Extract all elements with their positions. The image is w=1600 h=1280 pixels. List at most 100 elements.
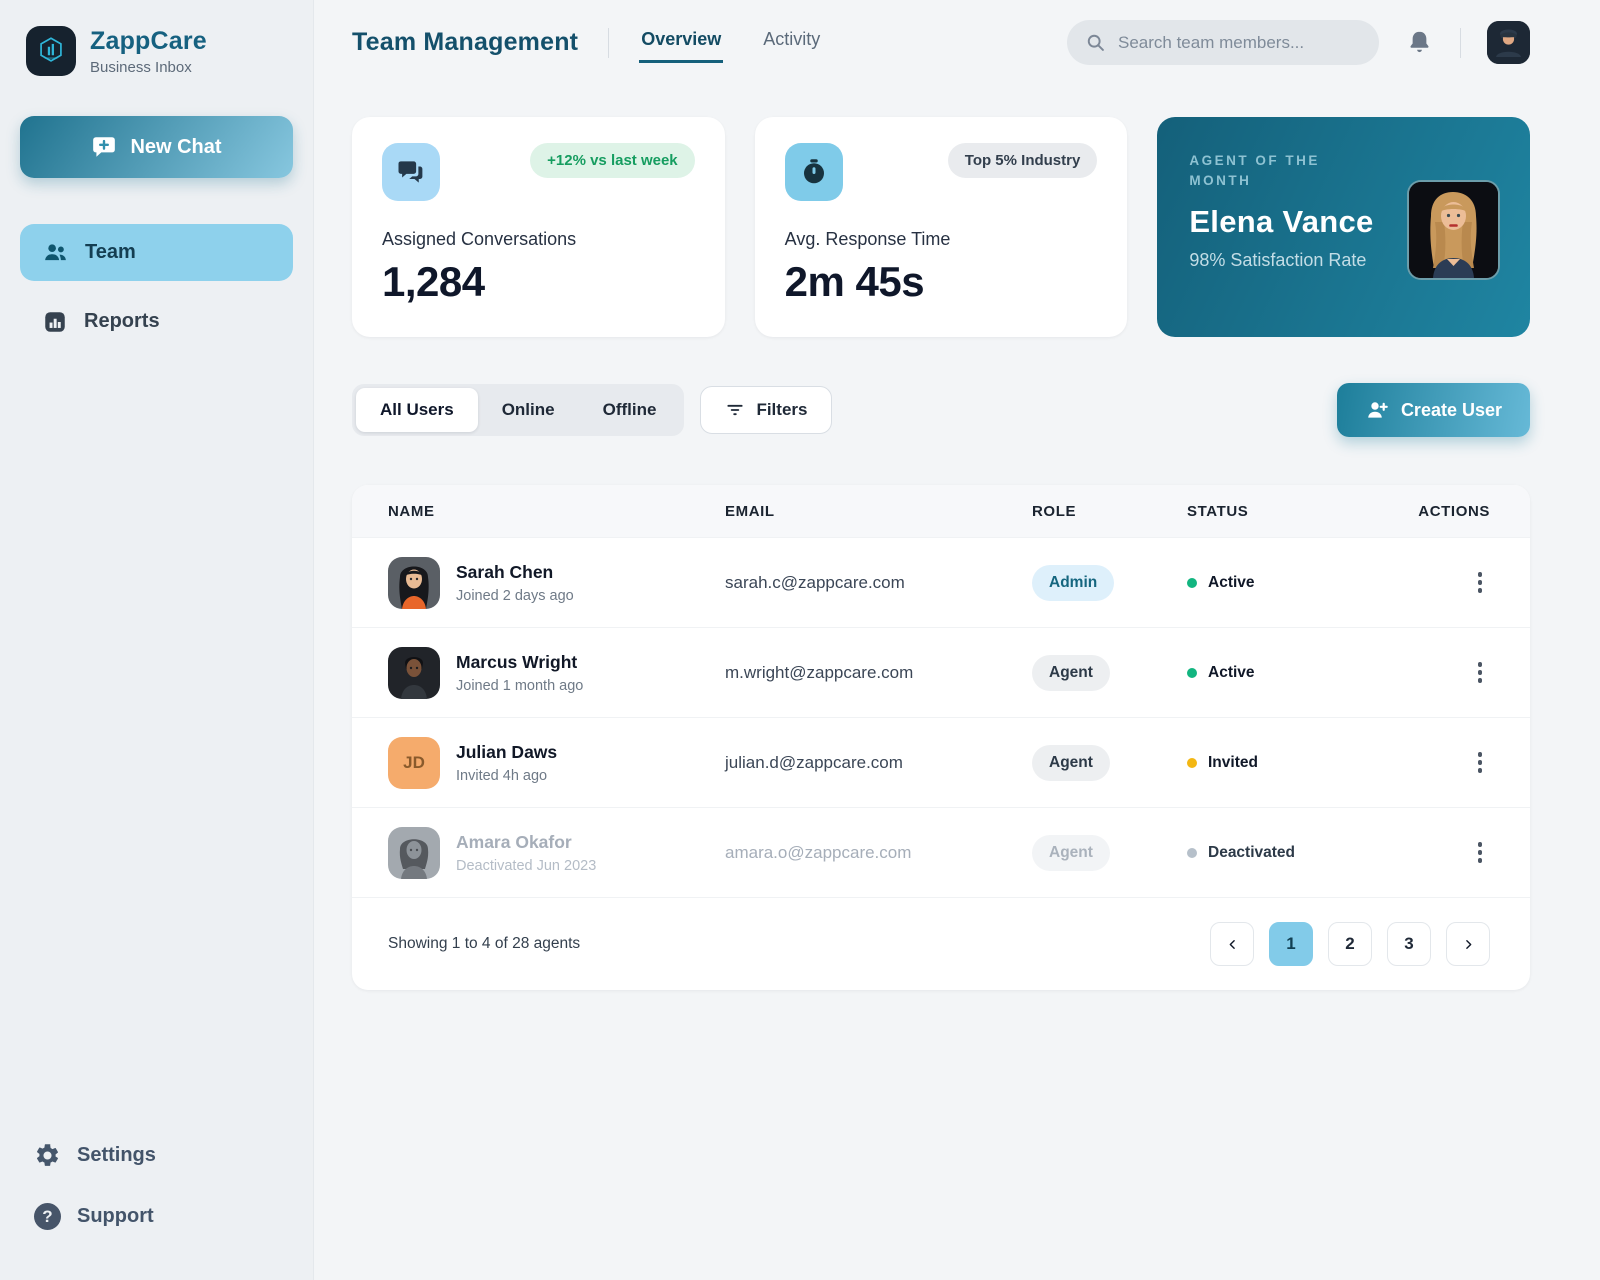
status: Deactivated <box>1187 844 1414 862</box>
pagination: 1 2 3 <box>1210 922 1490 966</box>
sidebar-item-team[interactable]: Team <box>20 224 293 281</box>
role-badge: Agent <box>1032 834 1110 871</box>
search-input[interactable] <box>1118 32 1361 53</box>
role-badge: Admin <box>1032 564 1115 601</box>
member-meta: Deactivated Jun 2023 <box>456 857 597 874</box>
status-dot-active <box>1187 667 1197 678</box>
segment-online[interactable]: Online <box>478 388 579 432</box>
divider <box>1460 27 1461 58</box>
stats-row: +12% vs last week Assigned Conversations… <box>352 117 1530 337</box>
chevron-right-icon <box>1462 938 1475 951</box>
member-meta: Joined 2 days ago <box>456 587 574 604</box>
status: Active <box>1187 664 1414 682</box>
sidebar-item-label: Settings <box>77 1144 156 1166</box>
agent-of-month-card: AGENT OF THE MONTH Elena Vance 98% Satis… <box>1157 117 1530 337</box>
sidebar-item-settings[interactable]: Settings <box>34 1142 279 1169</box>
sidebar-item-reports[interactable]: Reports <box>20 293 293 350</box>
brand-subtitle: Business Inbox <box>90 58 192 76</box>
status: Invited <box>1187 754 1414 772</box>
users-icon <box>42 239 69 266</box>
segment-offline[interactable]: Offline <box>579 388 681 432</box>
create-user-button[interactable]: Create User <box>1336 383 1530 437</box>
pagination-summary: Showing 1 to 4 of 28 agents <box>388 935 581 952</box>
help-icon: ? <box>34 1203 61 1230</box>
new-chat-button[interactable]: New Chat <box>20 116 293 178</box>
page-button-3[interactable]: 3 <box>1387 922 1431 966</box>
member-name: Amara Okafor <box>456 831 572 852</box>
bar-chart-icon <box>42 309 68 335</box>
search-icon <box>1085 32 1106 53</box>
row-menu-button[interactable] <box>1470 564 1491 601</box>
member-name: Sarah Chen <box>456 561 554 582</box>
brand: ZappCare Business Inbox <box>20 26 293 76</box>
stat-value: 1,284 <box>382 258 485 305</box>
sidebar-item-support[interactable]: ? Support <box>34 1203 279 1230</box>
segment-all-users[interactable]: All Users <box>356 388 478 432</box>
stat-value: 2m 45s <box>784 258 925 305</box>
next-page-button[interactable] <box>1446 922 1490 966</box>
sidebar-item-label: Support <box>77 1205 154 1227</box>
search-box[interactable] <box>1067 20 1379 65</box>
member-email: amara.o@zappcare.com <box>725 842 912 862</box>
stat-card-response-time: Top 5% Industry Avg. Response Time 2m 45… <box>754 117 1128 337</box>
col-actions: ACTIONS <box>1418 502 1490 520</box>
team-table: NAME EMAIL ROLE STATUS ACTIONS Sarah Che… <box>352 485 1530 990</box>
col-role: ROLE <box>1032 502 1077 520</box>
user-filter-segmented: All Users Online Offline <box>352 384 685 436</box>
table-row: Marcus Wright Joined 1 month ago m.wrigh… <box>352 627 1530 717</box>
aotm-photo <box>1406 180 1500 280</box>
tab-overview[interactable]: Overview <box>639 23 724 63</box>
member-meta: Joined 1 month ago <box>456 677 584 694</box>
header-tabs: Overview Activity <box>639 23 822 63</box>
aotm-eyebrow: AGENT OF THE MONTH <box>1189 153 1320 189</box>
prev-page-button[interactable] <box>1210 922 1254 966</box>
table-header: NAME EMAIL ROLE STATUS ACTIONS <box>352 485 1530 537</box>
sidebar: ZappCare Business Inbox New Chat Team Re… <box>0 0 314 1280</box>
member-email: sarah.c@zappcare.com <box>725 572 905 592</box>
page-button-2[interactable]: 2 <box>1328 922 1372 966</box>
tab-activity[interactable]: Activity <box>761 23 822 63</box>
rank-badge: Top 5% Industry <box>947 143 1098 178</box>
avatar <box>388 646 440 699</box>
filter-row: All Users Online Offline Filters Create … <box>352 383 1530 437</box>
member-email: m.wright@zappcare.com <box>725 662 914 682</box>
chevron-left-icon <box>1226 938 1239 951</box>
sidebar-item-label: Team <box>85 241 136 263</box>
page-title: Team Management <box>352 28 579 56</box>
gear-icon <box>34 1142 61 1169</box>
row-menu-button[interactable] <box>1470 654 1491 691</box>
col-email: EMAIL <box>725 502 775 520</box>
status-dot-active <box>1187 577 1197 588</box>
member-name: Marcus Wright <box>456 651 578 672</box>
status-dot-deactivated <box>1187 847 1197 858</box>
member-name: Julian Daws <box>456 741 558 762</box>
table-row: JD Julian Daws Invited 4h ago julian.d@z… <box>352 717 1530 807</box>
user-plus-icon <box>1365 398 1389 422</box>
chat-plus-icon <box>91 134 117 160</box>
bell-icon <box>1406 29 1433 56</box>
main-content: Team Management Overview Activity Search… <box>314 0 1600 990</box>
table-row: Sarah Chen Joined 2 days ago sarah.c@zap… <box>352 537 1530 627</box>
table-row: Amara Okafor Deactivated Jun 2023 amara.… <box>352 807 1530 897</box>
stat-label: Assigned Conversations <box>382 229 577 249</box>
row-menu-button[interactable] <box>1470 834 1491 871</box>
col-status: STATUS <box>1187 502 1249 520</box>
sidebar-nav: Team Reports <box>20 224 293 350</box>
user-avatar[interactable] <box>1487 21 1530 64</box>
chat-bubbles-icon <box>382 143 440 201</box>
status: Active <box>1187 574 1414 592</box>
member-meta: Invited 4h ago <box>456 767 548 784</box>
notifications-button[interactable] <box>1406 29 1433 56</box>
table-footer: Showing 1 to 4 of 28 agents 1 2 3 <box>352 897 1530 990</box>
avatar <box>388 826 440 879</box>
avatar-initials: JD <box>388 736 440 789</box>
page-button-1[interactable]: 1 <box>1269 922 1313 966</box>
stat-label: Avg. Response Time <box>784 229 951 249</box>
status-dot-invited <box>1187 757 1197 768</box>
row-menu-button[interactable] <box>1470 744 1491 781</box>
topbar: Team Management Overview Activity <box>352 20 1530 65</box>
stopwatch-icon <box>784 143 843 201</box>
filter-icon <box>725 400 745 420</box>
aotm-name: Elena Vance <box>1189 203 1374 239</box>
filters-button[interactable]: Filters <box>700 386 833 434</box>
